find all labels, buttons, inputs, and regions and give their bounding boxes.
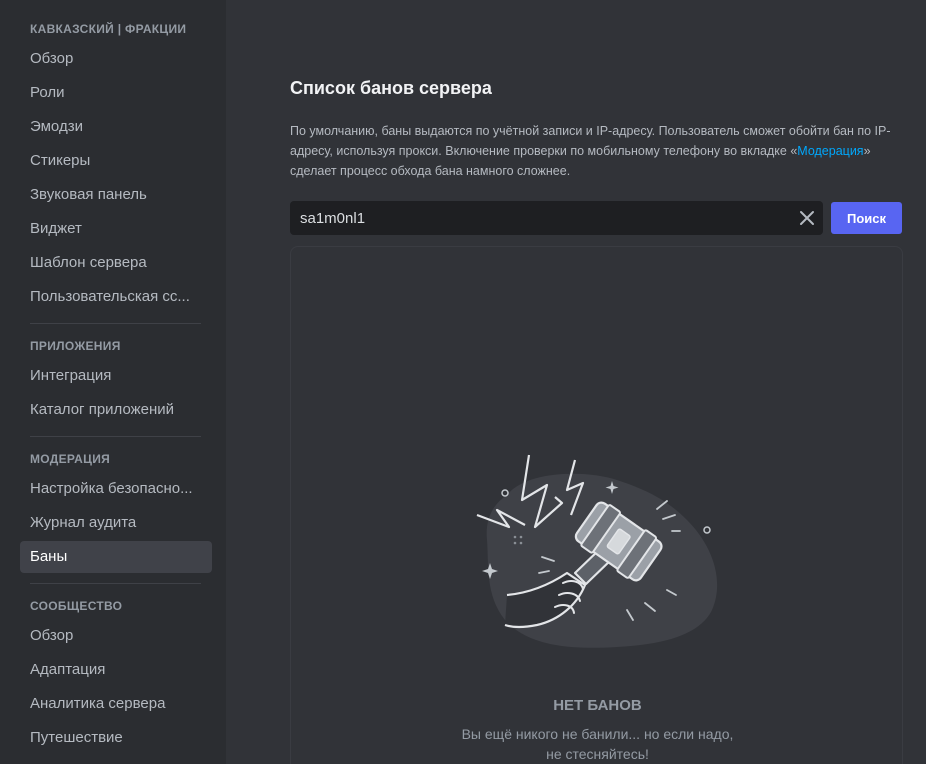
sidebar-item-bans[interactable]: Баны — [20, 541, 212, 573]
bans-list-panel: НЕТ БАНОВ Вы ещё никого не банили... но … — [290, 246, 903, 764]
sidebar-item-community-overview[interactable]: Обзор — [20, 620, 212, 652]
sidebar-item-server-insights[interactable]: Аналитика сервера — [20, 688, 212, 720]
sidebar-item-safety-setup[interactable]: Настройка безопасно... — [20, 473, 212, 505]
sidebar-item-custom-link[interactable]: Пользовательская сс... — [20, 281, 212, 313]
sidebar-item-app-directory[interactable]: Каталог приложений — [20, 394, 212, 426]
empty-state-title: НЕТ БАНОВ — [553, 697, 642, 714]
sidebar-item-soundboard[interactable]: Звуковая панель — [20, 179, 212, 211]
search-button[interactable]: Поиск — [831, 202, 902, 234]
page-description: По умолчанию, баны выдаются по учётной з… — [290, 121, 902, 181]
sidebar-section-header-apps: ПРИЛОЖЕНИЯ — [30, 339, 121, 353]
sidebar-item-widget[interactable]: Виджет — [20, 213, 212, 245]
search-box — [290, 201, 823, 235]
sidebar-section-header-community: СООБЩЕСТВО — [30, 599, 123, 613]
sidebar-item-onboarding[interactable]: Адаптация — [20, 654, 212, 686]
sidebar-separator — [30, 583, 201, 584]
empty-state-subtitle-line: Вы ещё никого не банили... но если надо, — [461, 726, 734, 742]
sidebar-item-roles[interactable]: Роли — [20, 77, 212, 109]
sidebar-item-integrations[interactable]: Интеграция — [20, 360, 212, 392]
empty-state-subtitle-line: не стесняйтесь! — [546, 746, 649, 762]
close-icon[interactable] — [797, 208, 817, 228]
sidebar-separator — [30, 323, 201, 324]
main-content: Список банов сервера По умолчанию, баны … — [226, 0, 926, 764]
empty-state-subtitle: Вы ещё никого не банили... но если надо,… — [291, 724, 904, 764]
sidebar: КАВКАЗСКИЙ | ФРАКЦИИ Обзор Роли Эмодзи С… — [0, 0, 226, 764]
sidebar-separator — [30, 436, 201, 437]
sidebar-item-server-template[interactable]: Шаблон сервера — [20, 247, 212, 279]
sidebar-item-journey[interactable]: Путешествие — [20, 722, 212, 754]
search-input[interactable] — [290, 201, 790, 235]
sidebar-item-overview[interactable]: Обзор — [20, 43, 212, 75]
ban-hammer-illustration — [467, 445, 727, 660]
sidebar-section-header-server: КАВКАЗСКИЙ | ФРАКЦИИ — [30, 22, 187, 36]
page-title: Список банов сервера — [290, 78, 492, 98]
sidebar-section-header-moderation: МОДЕРАЦИЯ — [30, 452, 111, 466]
sidebar-item-stickers[interactable]: Стикеры — [20, 145, 212, 177]
moderation-link[interactable]: Модерация — [797, 144, 863, 158]
sidebar-item-audit-log[interactable]: Журнал аудита — [20, 507, 212, 539]
sidebar-item-emoji[interactable]: Эмодзи — [20, 111, 212, 143]
